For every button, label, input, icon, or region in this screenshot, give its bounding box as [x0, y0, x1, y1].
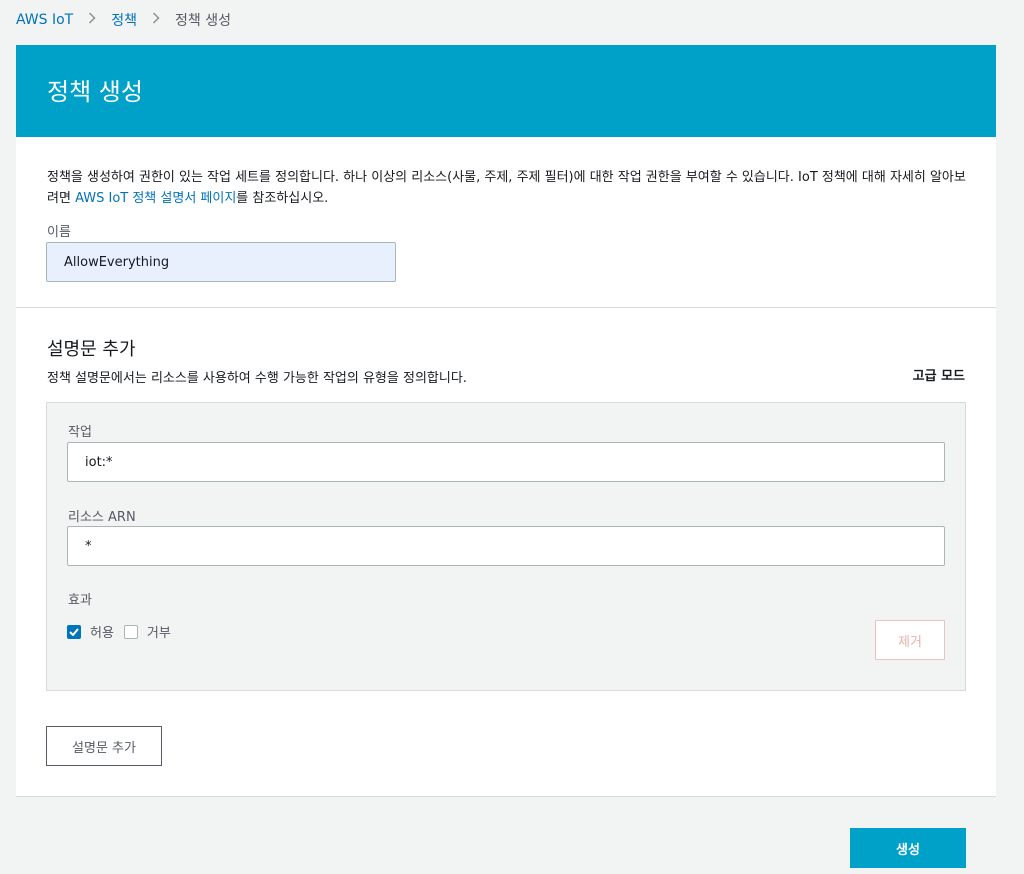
allow-checkbox[interactable]	[67, 624, 81, 639]
policy-docs-link[interactable]: AWS IoT 정책 설명서 페이지	[75, 191, 236, 206]
breadcrumb-aws-iot-link[interactable]: AWS IoT	[16, 12, 73, 28]
action-input[interactable]	[67, 442, 945, 482]
statement-editor: 작업 리소스 ARN 효과 허용 거부 제거	[46, 402, 966, 691]
breadcrumb-policies-link[interactable]: 정책	[111, 10, 137, 30]
effect-options: 허용 거부	[67, 622, 181, 641]
resource-arn-label: 리소스 ARN	[68, 510, 136, 525]
intro-text-after: 를 참조하십시오.	[236, 191, 329, 206]
card-header: 정책 생성	[16, 45, 996, 137]
action-label: 작업	[68, 425, 92, 440]
name-label: 이름	[47, 225, 71, 240]
advanced-mode-link[interactable]: 고급 모드	[913, 365, 965, 384]
policy-name-input[interactable]	[46, 242, 396, 282]
section-divider	[16, 307, 996, 308]
create-button[interactable]: 생성	[850, 828, 966, 868]
create-policy-card: 정책 생성 정책을 생성하여 권한이 있는 작업 세트를 정의합니다. 하나 이…	[16, 45, 996, 874]
page-title: 정책 생성	[47, 78, 143, 106]
statement-description: 정책 설명문에서는 리소스를 사용하여 수행 가능한 작업의 유형을 정의합니다…	[47, 371, 467, 386]
breadcrumb-current: 정책 생성	[175, 13, 231, 29]
card-footer: 생성	[16, 796, 996, 874]
resource-arn-input[interactable]	[67, 526, 945, 566]
allow-label: 허용	[90, 626, 114, 641]
remove-statement-button[interactable]: 제거	[875, 620, 945, 660]
chevron-right-icon	[87, 12, 97, 28]
chevron-right-icon	[151, 12, 161, 28]
add-statement-heading: 설명문 추가	[47, 339, 136, 360]
effect-label: 효과	[68, 593, 92, 608]
intro-text: 정책을 생성하여 권한이 있는 작업 세트를 정의합니다. 하나 이상의 리소스…	[47, 167, 967, 209]
add-statement-button[interactable]: 설명문 추가	[46, 726, 162, 766]
breadcrumb: AWS IoT 정책 정책 생성	[16, 10, 231, 30]
deny-label: 거부	[146, 626, 171, 641]
deny-checkbox[interactable]	[123, 624, 138, 639]
